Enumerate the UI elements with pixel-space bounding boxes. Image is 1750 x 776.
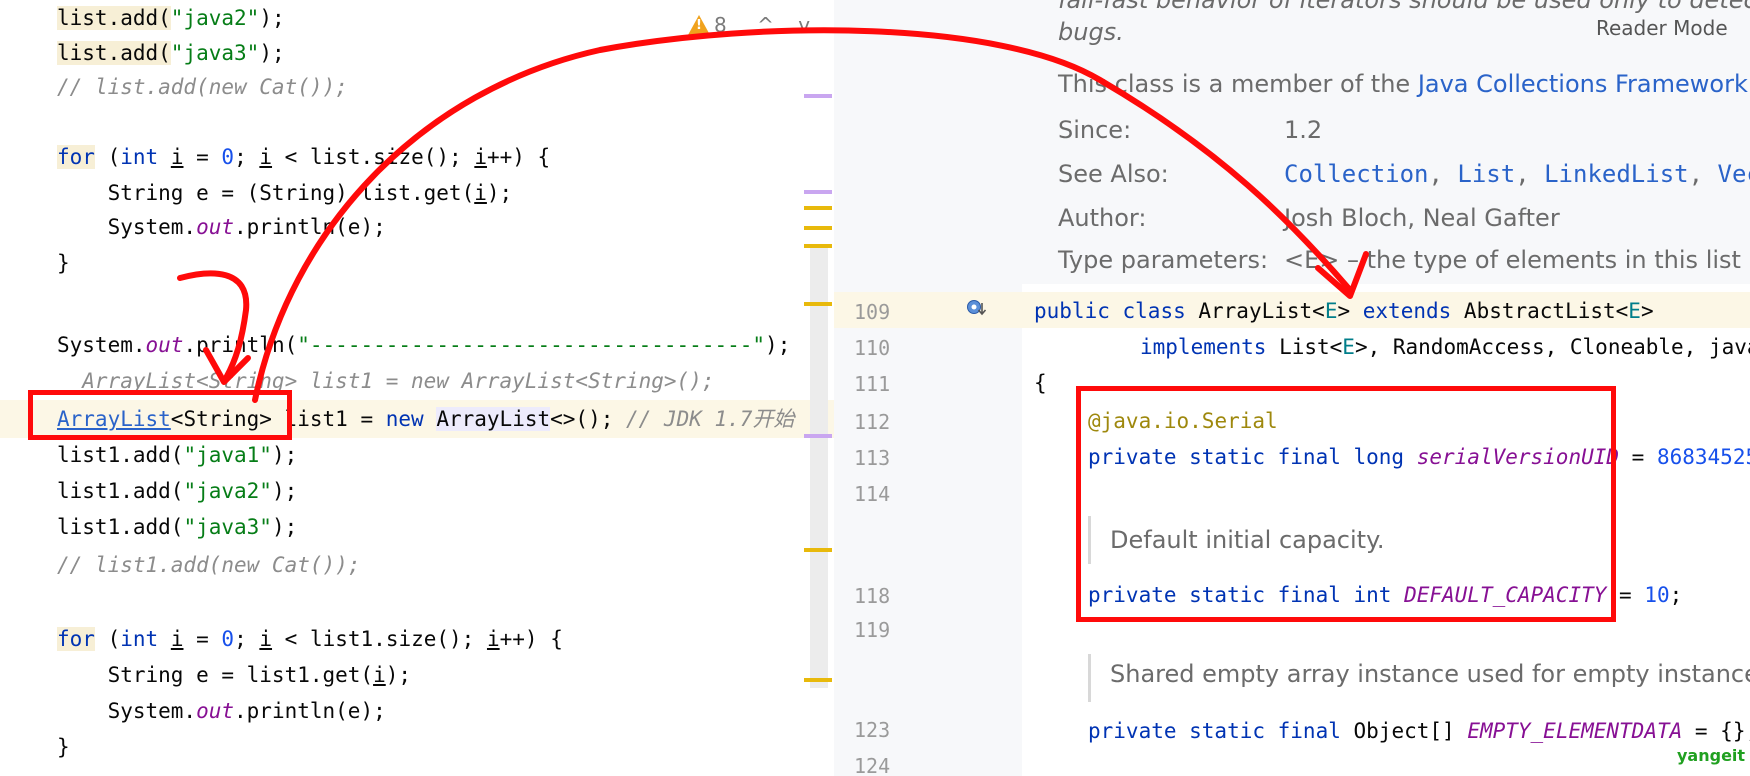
javadoc-text: fail-fast behavior of iterators should b… bbox=[1058, 0, 1750, 14]
rendered-doc-bar bbox=[1088, 654, 1091, 702]
code-class-declaration[interactable]: public class ArrayList<E> extends Abstra… bbox=[1034, 294, 1654, 328]
see-also-link[interactable]: LinkedList bbox=[1544, 160, 1689, 188]
author-value: Josh Bloch, Neal Gafter bbox=[1284, 204, 1560, 232]
javadoc-text: bugs. bbox=[1058, 18, 1124, 46]
line-number: 113 bbox=[854, 446, 891, 470]
editor-scrollbar[interactable] bbox=[810, 248, 828, 688]
since-label: Since: bbox=[1058, 116, 1132, 144]
code-line[interactable]: list.add("java3"); bbox=[57, 36, 285, 70]
error-stripe-mark[interactable] bbox=[804, 548, 832, 552]
error-stripe-mark[interactable] bbox=[804, 206, 832, 210]
code-field-empty-elementdata[interactable]: private static final Object[] EMPTY_ELEM… bbox=[1088, 714, 1750, 748]
code-line[interactable]: String e = list1.get(i); bbox=[57, 658, 411, 692]
see-also-link[interactable]: List bbox=[1457, 160, 1515, 188]
code-line[interactable]: list1.add("java3"); bbox=[57, 510, 297, 544]
warning-count: 8 bbox=[714, 13, 727, 37]
code-implements-clause[interactable]: implements List<E>, RandomAccess, Clonea… bbox=[1140, 330, 1750, 364]
code-line[interactable]: System.out.println(e); bbox=[57, 694, 386, 728]
error-stripe-mark[interactable] bbox=[804, 678, 832, 682]
type-params-label: Type parameters: bbox=[1058, 246, 1269, 274]
line-number: 124 bbox=[854, 754, 891, 776]
author-label: Author: bbox=[1058, 204, 1147, 232]
type-params-value: <E> – the type of elements in this list bbox=[1284, 246, 1741, 274]
line-number: 111 bbox=[854, 372, 891, 396]
inspection-widget[interactable]: ! 8 ^ v bbox=[688, 12, 810, 37]
error-stripe-mark[interactable] bbox=[804, 434, 832, 438]
error-stripe-mark[interactable] bbox=[804, 226, 832, 230]
see-also-link[interactable]: Collection bbox=[1284, 160, 1429, 188]
error-stripe-mark[interactable] bbox=[804, 190, 832, 194]
javadoc-member-line: This class is a member of the Java Colle… bbox=[1058, 70, 1748, 98]
see-also-label: See Also: bbox=[1058, 160, 1169, 188]
left-code-editor[interactable]: ! 8 ^ v list.add("java2"); list.add("java… bbox=[0, 0, 834, 776]
implemented-by-gutter-icon[interactable] bbox=[966, 299, 986, 319]
rendered-doc-comment[interactable]: Shared empty array instance used for emp… bbox=[1110, 660, 1750, 688]
code-brace[interactable]: { bbox=[1034, 366, 1047, 400]
code-comment[interactable]: // list.add(new Cat()); bbox=[57, 70, 348, 104]
error-stripe-mark[interactable] bbox=[804, 94, 832, 98]
code-line[interactable]: list1.add("java2"); bbox=[57, 474, 297, 508]
reader-mode-toggle[interactable]: Reader Mode bbox=[1588, 14, 1736, 42]
code-line-for-loop[interactable]: for (int i = 0; i < list1.size(); i++) { bbox=[57, 622, 563, 656]
warning-icon: ! bbox=[688, 15, 710, 35]
since-value: 1.2 bbox=[1284, 116, 1323, 144]
line-number: 112 bbox=[854, 410, 891, 434]
watermark-text: yangeit bbox=[1677, 746, 1746, 765]
line-number: 110 bbox=[854, 336, 891, 360]
error-stripe-mark[interactable] bbox=[804, 302, 832, 306]
code-line-for-loop[interactable]: for (int i = 0; i < list.size(); i++) { bbox=[57, 140, 550, 174]
code-line[interactable]: } bbox=[57, 246, 70, 280]
code-line[interactable]: list1.add("java1"); bbox=[57, 438, 297, 472]
code-line[interactable]: list.add("java2"); bbox=[57, 1, 285, 35]
next-highlight-icon[interactable]: v bbox=[798, 13, 810, 37]
annotation-box-arraylist-fields bbox=[1076, 386, 1616, 622]
see-also-link[interactable]: Vector bbox=[1718, 160, 1750, 188]
collections-framework-link[interactable]: Java Collections Framework bbox=[1418, 70, 1748, 98]
see-also-links: Collection, List, LinkedList, Vector bbox=[1284, 160, 1750, 188]
line-number: 118 bbox=[854, 584, 891, 608]
line-number: 119 bbox=[854, 618, 891, 642]
line-number: 123 bbox=[854, 718, 891, 742]
code-comment[interactable]: // list1.add(new Cat()); bbox=[57, 548, 360, 582]
error-stripe-mark[interactable] bbox=[804, 244, 832, 248]
code-line[interactable]: String e = (String) list.get(i); bbox=[57, 176, 513, 210]
line-number: 109 bbox=[854, 300, 891, 324]
previous-highlight-icon[interactable]: ^ bbox=[757, 13, 774, 37]
code-line[interactable]: System.out.println("--------------------… bbox=[57, 328, 790, 362]
line-number: 114 bbox=[854, 482, 891, 506]
code-line[interactable]: System.out.println(e); bbox=[57, 210, 386, 244]
code-line[interactable]: } bbox=[57, 730, 70, 764]
annotation-box-arraylist-usage bbox=[28, 390, 292, 440]
